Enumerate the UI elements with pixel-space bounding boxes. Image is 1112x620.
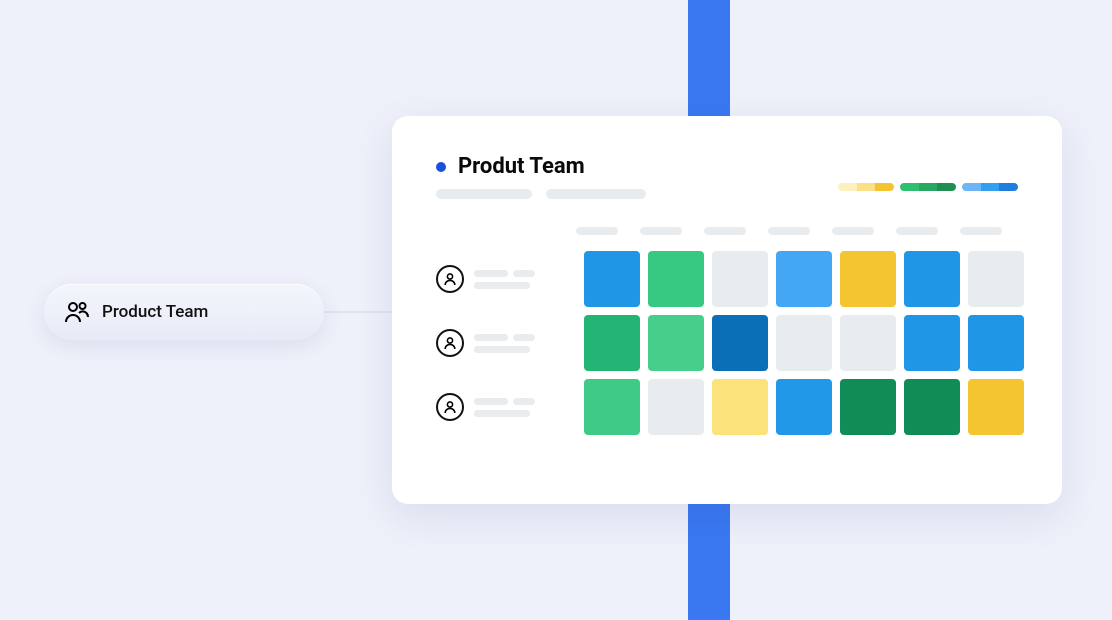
person-name-placeholder: [474, 270, 535, 289]
card-title: Produt Team: [458, 154, 585, 179]
schedule-cell[interactable]: [840, 379, 896, 435]
schedule-cell[interactable]: [968, 315, 1024, 371]
column-header-placeholder: [896, 227, 938, 235]
column-header-placeholder: [704, 227, 746, 235]
column-header-placeholder: [768, 227, 810, 235]
person-icon: [436, 393, 464, 421]
legend-chip: [900, 183, 956, 191]
team-node-label: Product Team: [102, 302, 208, 322]
schedule-cell[interactable]: [776, 251, 832, 307]
schedule-row: [436, 315, 1018, 371]
schedule-cell[interactable]: [904, 251, 960, 307]
person-cell: [436, 393, 576, 421]
team-schedule-card: Produt Team: [392, 116, 1062, 504]
schedule-cell[interactable]: [840, 315, 896, 371]
column-header-placeholder: [576, 227, 618, 235]
schedule-cell[interactable]: [968, 251, 1024, 307]
schedule-grid: [436, 251, 1018, 435]
column-header-placeholder: [640, 227, 682, 235]
column-header-placeholder: [832, 227, 874, 235]
schedule-cell[interactable]: [712, 315, 768, 371]
person-cell: [436, 329, 576, 357]
schedule-cell[interactable]: [904, 315, 960, 371]
legend-chip: [838, 183, 894, 191]
people-icon: [64, 301, 90, 323]
person-name-placeholder: [474, 398, 535, 417]
schedule-cell[interactable]: [776, 315, 832, 371]
schedule-row: [436, 251, 1018, 307]
schedule-cell[interactable]: [904, 379, 960, 435]
column-headers: [576, 227, 1018, 235]
schedule-cell[interactable]: [776, 379, 832, 435]
schedule-cell[interactable]: [584, 315, 640, 371]
schedule-cell[interactable]: [712, 251, 768, 307]
schedule-cell[interactable]: [712, 379, 768, 435]
schedule-cell[interactable]: [648, 251, 704, 307]
person-icon: [436, 265, 464, 293]
schedule-cell[interactable]: [648, 315, 704, 371]
schedule-cell[interactable]: [584, 251, 640, 307]
schedule-row: [436, 379, 1018, 435]
card-header: Produt Team: [436, 154, 1018, 199]
team-node-pill[interactable]: Product Team: [44, 284, 324, 340]
legend-chip: [962, 183, 1018, 191]
legend: [838, 183, 1018, 191]
person-name-placeholder: [474, 334, 535, 353]
schedule-cell[interactable]: [584, 379, 640, 435]
card-subtitle-placeholder: [436, 189, 646, 199]
card-title-bullet: [436, 162, 446, 172]
person-cell: [436, 265, 576, 293]
column-header-placeholder: [960, 227, 1002, 235]
connector-line: [324, 311, 394, 313]
schedule-cell[interactable]: [968, 379, 1024, 435]
person-icon: [436, 329, 464, 357]
schedule-cell[interactable]: [840, 251, 896, 307]
schedule-cell[interactable]: [648, 379, 704, 435]
